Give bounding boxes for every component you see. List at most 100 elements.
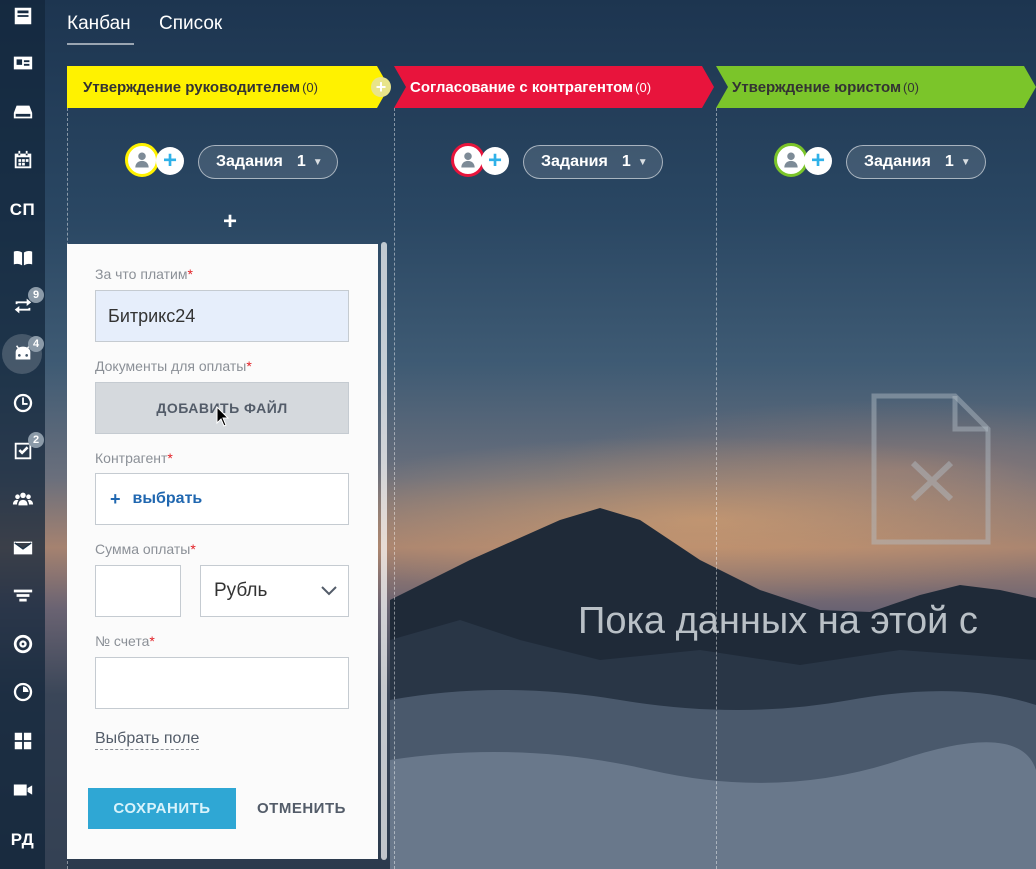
plus-icon: +: [110, 488, 121, 509]
sidebar-item-drive[interactable]: [0, 90, 45, 134]
timeman-icon: [13, 682, 32, 702]
tasks-dropdown[interactable]: Задания 1 ▼: [198, 145, 338, 179]
stage-title: Утверждение юристом: [732, 78, 902, 96]
sidebar-item-sp[interactable]: СП: [0, 188, 45, 232]
left-sidebar: СП 9 4 2 РД: [0, 0, 45, 869]
sidebar-item-label: РД: [10, 830, 35, 849]
add-stage-button[interactable]: +: [371, 77, 391, 97]
stage-title: Утверждение руководителем: [83, 78, 301, 96]
add-task-button[interactable]: +: [218, 208, 242, 236]
mouse-cursor-icon: [216, 406, 230, 427]
sidebar-item-funnel[interactable]: [0, 574, 45, 618]
chevron-down-icon: ▼: [312, 156, 323, 168]
tasks-label: Задания: [216, 153, 283, 170]
stage-header-counterparty[interactable]: Согласование с контрагентом (0): [394, 66, 714, 108]
tasks-dropdown[interactable]: Задания 1 ▼: [846, 145, 986, 179]
pay-for-input[interactable]: [95, 290, 349, 342]
invoice-label: № счета*: [95, 633, 155, 649]
label-text: Сумма оплаты: [95, 541, 191, 557]
sidebar-item-feed[interactable]: [0, 0, 45, 38]
chevron-down-icon: ▼: [637, 156, 648, 168]
contact-card-icon: [13, 56, 32, 70]
feed-icon: [14, 7, 31, 25]
label-text: № счета: [95, 633, 150, 649]
sidebar-item-marketing[interactable]: [0, 622, 45, 666]
label-text: Контрагент: [95, 450, 168, 466]
amount-input[interactable]: [95, 565, 181, 617]
empty-state-text: Пока данных на этой с: [578, 600, 978, 642]
tasks-count: 1: [621, 153, 631, 170]
user-icon: [784, 152, 798, 168]
stage-header-manager[interactable]: Утверждение руководителем (0): [67, 66, 389, 108]
sidebar-item-apps[interactable]: [0, 719, 45, 763]
counterparty-label: Контрагент*: [95, 450, 173, 466]
sidebar-item-timeman[interactable]: [0, 670, 45, 714]
apps-icon: [14, 732, 31, 750]
tab-list[interactable]: Список: [159, 13, 222, 35]
label-text: За что платим: [95, 266, 188, 282]
required-mark: *: [246, 358, 252, 374]
tasks-label: Задания: [864, 153, 931, 170]
knowledge-book-icon: [13, 250, 32, 266]
clock-icon: [13, 393, 32, 413]
user-icon: [135, 152, 149, 168]
save-button[interactable]: СОХРАНИТЬ: [88, 788, 236, 829]
label-text: Документы для оплаты: [95, 358, 247, 374]
documents-label: Документы для оплаты*: [95, 358, 252, 374]
stage-count: (0): [302, 79, 318, 95]
sidebar-item-contacts[interactable]: [0, 41, 45, 85]
funnel-icon: [13, 589, 32, 602]
video-icon: [13, 784, 32, 796]
sidebar-item-history[interactable]: [0, 381, 45, 425]
users-icon: [12, 492, 33, 506]
stage-count: (0): [635, 79, 652, 95]
select-label: выбрать: [132, 490, 203, 507]
currency-select[interactable]: Рубль: [200, 565, 349, 617]
tasks-badge: 2: [28, 432, 44, 448]
tasks-label: Задания: [541, 153, 608, 170]
currency-value: Рубль: [214, 580, 268, 601]
chevron-down-icon: [321, 586, 337, 596]
tab-active-underline: [67, 43, 134, 45]
column-divider: [394, 108, 395, 869]
stage-count: (0): [903, 79, 919, 95]
required-mark: *: [187, 266, 193, 282]
tasks-dropdown[interactable]: Задания 1 ▼: [523, 145, 663, 179]
drive-icon: [13, 105, 32, 119]
robots-badge: 4: [28, 336, 44, 352]
sidebar-item-mail[interactable]: [0, 526, 45, 570]
new-item-form: За что платим* Документы для оплаты* ДОБ…: [67, 244, 378, 859]
responsible-avatar[interactable]: [774, 143, 808, 177]
sync-badge: 9: [28, 287, 44, 303]
stage-header-lawyer[interactable]: Утверждение юристом (0): [716, 66, 1036, 108]
sidebar-item-knowledge[interactable]: [0, 236, 45, 280]
tasks-count: 1: [944, 153, 954, 170]
add-responsible-button[interactable]: +: [481, 147, 509, 175]
invoice-input[interactable]: [95, 657, 349, 709]
calendar-icon: [14, 150, 31, 169]
add-responsible-button[interactable]: +: [156, 147, 184, 175]
chevron-down-icon: ▼: [960, 156, 971, 168]
required-mark: *: [149, 633, 155, 649]
sidebar-item-rd[interactable]: РД: [0, 818, 45, 862]
mail-icon: [13, 541, 32, 555]
sidebar-item-calendar[interactable]: [0, 138, 45, 182]
target-icon: [13, 634, 32, 654]
form-scrollbar[interactable]: [381, 242, 387, 860]
add-responsible-button[interactable]: +: [804, 147, 832, 175]
tab-kanban[interactable]: Канбан: [67, 13, 131, 35]
empty-document-icon: [871, 393, 991, 545]
responsible-avatar[interactable]: [451, 143, 485, 177]
select-counterparty-button[interactable]: + выбрать: [95, 473, 349, 525]
sidebar-item-label: СП: [9, 200, 36, 219]
user-icon: [461, 152, 475, 168]
required-mark: *: [167, 450, 173, 466]
choose-field-link[interactable]: Выбрать поле: [95, 730, 200, 750]
responsible-avatar[interactable]: [125, 143, 159, 177]
amount-label: Сумма оплаты*: [95, 541, 196, 557]
stage-title: Согласование с контрагентом: [410, 78, 634, 96]
sidebar-item-employees[interactable]: [0, 477, 45, 521]
cancel-button[interactable]: ОТМЕНИТЬ: [257, 788, 346, 829]
sidebar-item-video[interactable]: [0, 768, 45, 812]
pay-for-label: За что платим*: [95, 266, 193, 282]
